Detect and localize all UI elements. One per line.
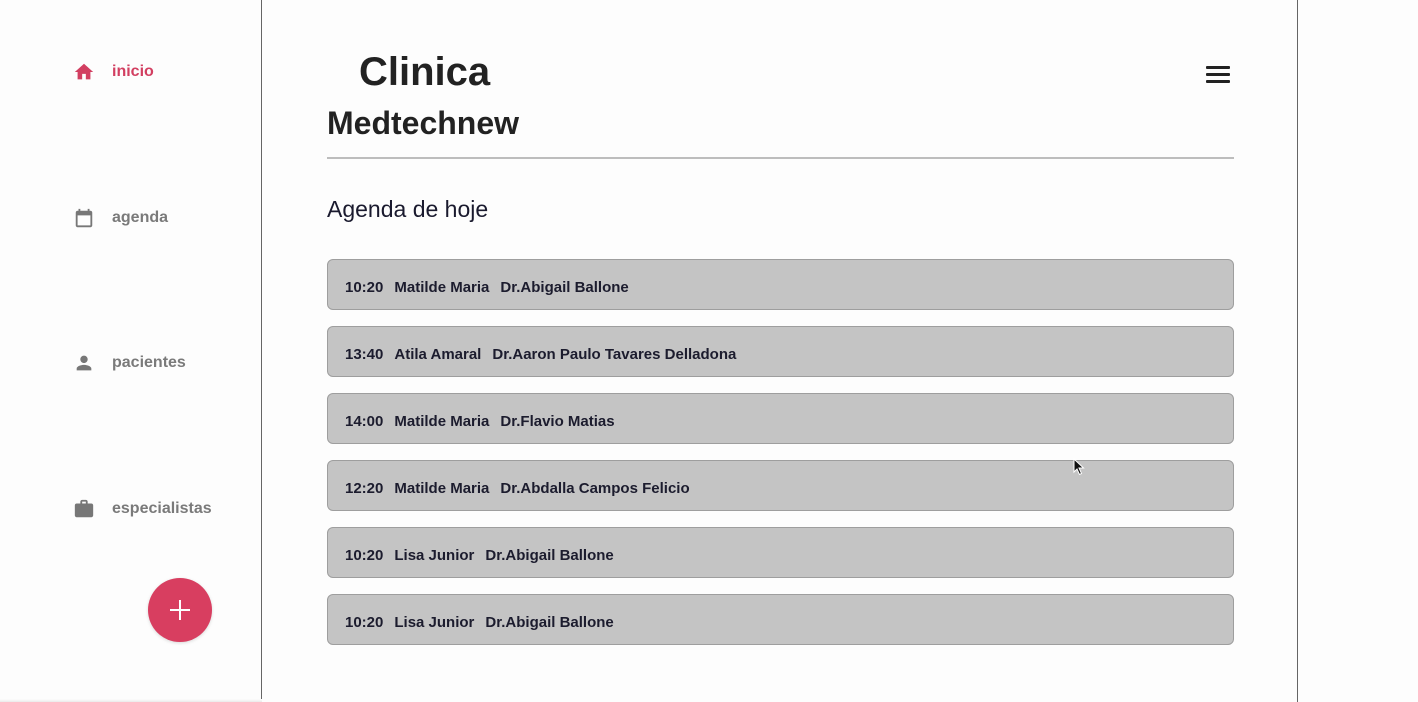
appointment-patient: Lisa Junior	[394, 547, 475, 564]
sidebar-item-inicio[interactable]: inicio	[73, 60, 154, 84]
appointment-time: 10:20	[345, 279, 384, 296]
section-title: Agenda de hoje	[327, 196, 489, 222]
appointment-patient: Matilde Maria	[394, 480, 490, 497]
appointment-item[interactable]: 10:20 Matilde Maria Dr.Abigail Ballone	[327, 259, 1234, 310]
sidebar-item-label: inicio	[112, 63, 154, 80]
appointment-time: 12:20	[345, 480, 384, 497]
appointment-doctor: Dr.Aaron Paulo Tavares Delladona	[492, 346, 737, 363]
plus-icon	[168, 598, 192, 622]
add-button[interactable]	[148, 578, 212, 642]
appointment-item[interactable]: 10:20 Lisa Junior Dr.Abigail Ballone	[327, 527, 1234, 578]
mouse-cursor-icon	[1073, 458, 1085, 476]
appointment-patient: Lisa Junior	[394, 614, 475, 631]
appointment-doctor: Dr.Abigail Ballone	[500, 279, 629, 296]
sidebar-item-agenda[interactable]: agenda	[73, 206, 168, 230]
sidebar-item-label: pacientes	[112, 354, 186, 371]
calendar-icon	[73, 207, 95, 229]
appointment-item[interactable]: 10:20 Lisa Junior Dr.Abigail Ballone	[327, 594, 1234, 645]
sidebar-item-label: agenda	[112, 209, 169, 226]
sidebar-item-especialistas[interactable]: especialistas	[73, 497, 212, 521]
appointment-item[interactable]: 12:20 Matilde Maria Dr.Abdalla Campos Fe…	[327, 460, 1234, 511]
page-subtitle: Medtechnew	[327, 105, 520, 141]
appointment-time: 10:20	[345, 547, 384, 564]
appointment-time: 13:40	[345, 346, 384, 363]
appointment-time: 14:00	[345, 413, 384, 430]
appointment-doctor: Dr.Flavio Matias	[500, 413, 615, 430]
home-icon	[73, 61, 95, 83]
app-window: inicio agenda pacientes especialistas Cl…	[0, 0, 1418, 702]
appointment-patient: Atila Amaral	[394, 346, 482, 363]
appointment-doctor: Dr.Abdalla Campos Felicio	[500, 480, 690, 497]
appointment-doctor: Dr.Abigail Ballone	[485, 614, 614, 631]
briefcase-icon	[73, 498, 95, 520]
appointment-patient: Matilde Maria	[394, 413, 490, 430]
sidebar-item-pacientes[interactable]: pacientes	[73, 351, 186, 375]
main-content: Clinica Medtechnew Agenda de hoje 10:20 …	[263, 0, 1298, 702]
appointment-list: 10:20 Matilde Maria Dr.Abigail Ballone 1…	[327, 259, 1234, 661]
person-icon	[73, 352, 95, 374]
header-divider	[327, 157, 1234, 159]
sidebar: inicio agenda pacientes especialistas	[0, 0, 262, 702]
appointment-item[interactable]: 13:40 Atila Amaral Dr.Aaron Paulo Tavare…	[327, 326, 1234, 377]
appointment-patient: Matilde Maria	[394, 279, 490, 296]
page-title: Clinica	[359, 50, 491, 94]
appointment-time: 10:20	[345, 614, 384, 631]
hamburger-menu-icon[interactable]	[1206, 66, 1230, 84]
appointment-item[interactable]: 14:00 Matilde Maria Dr.Flavio Matias	[327, 393, 1234, 444]
appointment-doctor: Dr.Abigail Ballone	[485, 547, 614, 564]
sidebar-item-label: especialistas	[112, 500, 212, 517]
